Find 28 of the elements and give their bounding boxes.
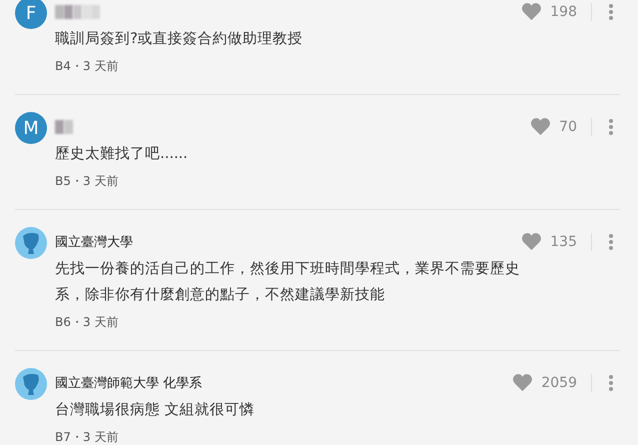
comment-meta: B6・3 天前: [55, 314, 120, 331]
blurred-name: [55, 5, 100, 19]
comment-text: 職訓局簽到?或直接簽合約做助理教授: [55, 30, 304, 49]
user-avatar[interactable]: M: [15, 112, 47, 144]
more-icon[interactable]: [608, 374, 614, 392]
like-count: 198: [550, 4, 577, 20]
heart-icon[interactable]: [521, 2, 542, 21]
user-avatar-icon[interactable]: [15, 227, 47, 259]
user-avatar[interactable]: F: [15, 0, 47, 29]
heart-icon[interactable]: [530, 117, 552, 136]
heart-icon[interactable]: [512, 373, 534, 392]
comment-text: 歷史太難找了吧......: [55, 145, 189, 164]
like-count: 135: [550, 234, 577, 250]
more-icon[interactable]: [608, 2, 614, 20]
user-avatar-icon[interactable]: [15, 368, 47, 400]
comment-meta: B7・3 天前: [55, 429, 120, 445]
like-count: 70: [559, 118, 577, 134]
more-icon[interactable]: [608, 118, 614, 136]
like-count: 2059: [541, 374, 577, 390]
comment-text: 先找一份養的活自己的工作，然後用下班時間學程式，業界不需要歷史系，除非你有什麼創意的點子，不然建議學新技能: [55, 260, 521, 305]
more-icon[interactable]: [608, 232, 614, 250]
comment-meta: B5・3 天前: [55, 173, 120, 190]
comment-text: 台灣職場很病態 文組就很可憐: [55, 401, 256, 420]
heart-icon[interactable]: [521, 232, 542, 251]
author-name: 國立臺灣師範大學 化學系: [55, 375, 202, 392]
blurred-name: [55, 120, 73, 134]
author-name: 國立臺灣大學: [55, 234, 133, 251]
comment-meta: B4・3 天前: [55, 58, 120, 75]
